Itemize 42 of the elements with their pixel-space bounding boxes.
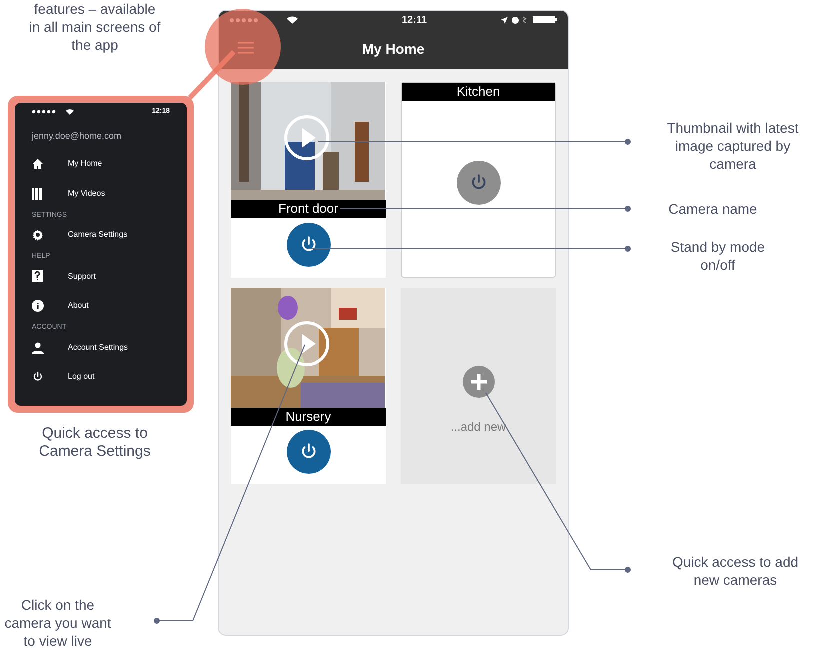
camera-card[interactable]: Kitchen bbox=[401, 82, 556, 278]
power-icon bbox=[32, 371, 44, 384]
power-button[interactable] bbox=[286, 223, 330, 267]
camera-name: Front door bbox=[231, 200, 386, 218]
play-icon[interactable] bbox=[283, 114, 331, 162]
plus-icon bbox=[462, 366, 494, 398]
menu-item[interactable]: My Videos bbox=[68, 188, 106, 200]
menu-item[interactable]: Support bbox=[68, 270, 96, 283]
menu-item[interactable]: Log out bbox=[68, 371, 95, 384]
screen-title: My Home bbox=[362, 40, 425, 59]
home-icon bbox=[32, 158, 44, 170]
camera-name: Nursery bbox=[231, 408, 386, 426]
account-email: jenny.doe@home.com bbox=[32, 130, 123, 143]
annotation-text: Quick access to add new cameras bbox=[671, 553, 800, 589]
annotation-text: Camera name bbox=[668, 200, 758, 218]
help-icon bbox=[32, 270, 43, 284]
menu-item[interactable]: Camera Settings bbox=[68, 229, 128, 242]
user-icon bbox=[32, 342, 44, 354]
power-button[interactable] bbox=[286, 430, 330, 474]
annotation-text: features – available in all main screens of the app bbox=[28, 0, 162, 54]
info-icon bbox=[32, 300, 44, 312]
add-camera-button[interactable]: ...add new bbox=[401, 288, 556, 484]
menu-item[interactable]: Account Settings bbox=[68, 342, 128, 354]
annotation-text: Click on the camera you want to view live bbox=[4, 596, 112, 648]
camera-card[interactable]: Front door bbox=[231, 82, 386, 278]
signal-icon bbox=[32, 110, 56, 114]
wifi-icon bbox=[66, 109, 74, 115]
menu-item[interactable]: About bbox=[68, 300, 89, 312]
film-icon bbox=[32, 188, 42, 200]
play-icon[interactable] bbox=[283, 320, 331, 368]
battery-icon bbox=[533, 16, 558, 24]
annotation-text: Stand by mode on/off bbox=[670, 238, 766, 274]
power-button[interactable] bbox=[456, 161, 500, 205]
camera-name: Kitchen bbox=[402, 83, 555, 101]
annotation-text: Quick access to Camera Settings bbox=[38, 425, 152, 461]
location-icon bbox=[501, 16, 508, 24]
wifi-icon bbox=[287, 16, 298, 24]
camera-card[interactable]: Nursery bbox=[231, 288, 386, 484]
settings-icon bbox=[32, 229, 44, 242]
annotation-text: Thumbnail with latest image captured by camera bbox=[666, 119, 800, 173]
menu-item[interactable]: My Home bbox=[68, 158, 102, 170]
status-time: 12:11 bbox=[402, 14, 428, 28]
